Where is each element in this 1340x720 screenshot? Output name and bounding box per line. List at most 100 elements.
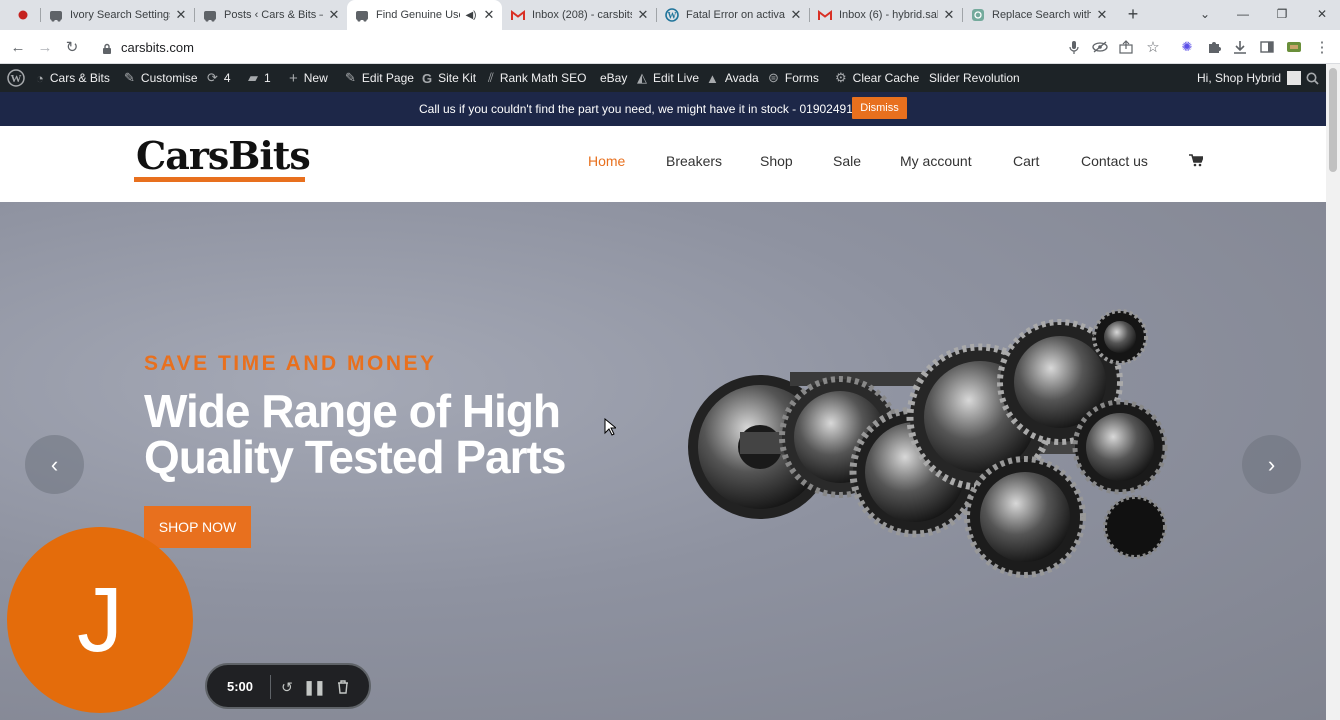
speaker-icon[interactable]: ◀) [464, 8, 478, 22]
tab-inbox-carsbits[interactable]: Inbox (208) - carsbits@ ✕ [503, 0, 656, 30]
store-notice: Call us if you couldn't find the part yo… [0, 92, 1326, 126]
maximize-button[interactable]: ❐ [1271, 4, 1293, 24]
pencil-icon: ✎ [345, 70, 356, 85]
nav-home[interactable]: Home [588, 153, 625, 169]
site-logo[interactable]: CarsBits [136, 135, 311, 177]
close-tab-icon[interactable]: ✕ [482, 7, 496, 22]
eye-slash-icon[interactable] [1092, 39, 1108, 55]
record-icon [16, 8, 30, 22]
nav-cart[interactable]: Cart [1013, 153, 1039, 169]
user-avatar-icon [1287, 71, 1302, 85]
edit-live-link[interactable]: ◭ Edit Live [637, 64, 699, 92]
new-tab-button[interactable]: + [1122, 4, 1144, 24]
close-tab-icon[interactable]: ✕ [636, 7, 650, 22]
hero-heading: Wide Range of High Quality Tested Parts [144, 385, 566, 483]
slider-next-button[interactable]: › [1242, 435, 1301, 494]
trash-icon[interactable] [334, 678, 352, 696]
side-panel-icon[interactable] [1259, 39, 1275, 55]
gmail-icon [818, 8, 832, 22]
close-tab-icon[interactable]: ✕ [942, 7, 956, 22]
forward-arrow-icon[interactable]: → [35, 38, 55, 56]
close-tab-icon[interactable]: ✕ [789, 7, 803, 22]
notice-message: Call us if you couldn't find the part yo… [419, 102, 873, 116]
comment-icon: ▰ [248, 70, 258, 85]
ebay-link[interactable]: eBay [600, 64, 627, 92]
microphone-icon[interactable] [1066, 39, 1082, 55]
tab-fatal-error[interactable]: W Fatal Error on activatio ✕ [657, 0, 809, 30]
tab-recording[interactable] [8, 0, 42, 30]
restart-icon[interactable]: ↺ [278, 678, 296, 696]
customise-link[interactable]: ✎ Customise [124, 64, 198, 92]
share-icon[interactable] [1118, 39, 1134, 55]
close-tab-icon[interactable]: ✕ [1095, 7, 1109, 22]
cache-icon: ⚙ [835, 70, 847, 85]
bookmark-star-icon[interactable]: ☆ [1145, 39, 1161, 56]
site-icon [203, 8, 217, 22]
dismiss-button[interactable]: Dismiss [852, 97, 907, 119]
edit-live-icon: ◭ [637, 70, 647, 85]
gmail-icon [511, 8, 525, 22]
close-tab-icon[interactable]: ✕ [174, 7, 188, 22]
site-kit-link[interactable]: G Site Kit [422, 64, 476, 92]
extension-icon[interactable]: ✺ [1179, 39, 1195, 55]
hero-eyebrow: SAVE TIME AND MONEY [144, 352, 437, 375]
tab-posts[interactable]: Posts ‹ Cars & Bits — W ✕ [195, 0, 347, 30]
edit-page-link[interactable]: ✎ Edit Page [345, 64, 414, 92]
avada-link[interactable]: ▲ Avada [706, 64, 759, 92]
reload-icon[interactable]: ↻ [62, 38, 82, 56]
updates-icon: ⟳ [207, 70, 218, 85]
slider-prev-button[interactable]: ‹ [25, 435, 84, 494]
search-icon[interactable] [1306, 64, 1319, 92]
close-tab-icon[interactable]: ✕ [327, 7, 341, 22]
comments-link[interactable]: ▰ 1 [248, 64, 271, 92]
mouse-cursor-icon [604, 417, 618, 441]
clear-cache-link[interactable]: ⚙ Clear Cache [835, 64, 919, 92]
nav-shop[interactable]: Shop [760, 153, 793, 169]
tab-inbox-hybrid[interactable]: Inbox (6) - hybrid.salva ✕ [810, 0, 962, 30]
rank-math-link[interactable]: ⫽ Rank Math SEO [488, 64, 587, 92]
nav-sale[interactable]: Sale [833, 153, 861, 169]
forms-icon: ⊜ [768, 70, 779, 85]
wordpress-logo-icon[interactable]: W [7, 64, 25, 92]
tab-find-genuine-used[interactable]: Find Genuine Use ◀) ✕ [347, 0, 502, 30]
shop-now-button[interactable]: SHOP NOW [144, 506, 251, 548]
download-icon[interactable] [1232, 39, 1248, 55]
dashboard-icon: ◔ [36, 70, 44, 86]
wp-admin-bar: W ◔ Cars & Bits ✎ Customise ⟳ 4 ▰ 1 + New ✎ Ed… [0, 64, 1326, 92]
slider-revolution-link[interactable]: Slider Revolution [929, 64, 1020, 92]
new-content-link[interactable]: + New [289, 64, 328, 92]
user-account-link[interactable]: Hi, Shop Hybrid [1197, 64, 1302, 92]
recording-controls: 5:00 ↺ ❚❚ [205, 663, 371, 709]
forms-link[interactable]: ⊜ Forms [768, 64, 819, 92]
back-arrow-icon[interactable]: ← [8, 38, 28, 56]
page-scrollbar[interactable] [1326, 64, 1340, 720]
profile-icon[interactable] [1286, 39, 1302, 55]
browser-toolbar: ← → ↻ carsbits.com ☆ ✺ ⋮ [0, 30, 1340, 64]
cart-icon[interactable] [1189, 154, 1205, 172]
minimize-button[interactable]: — [1232, 4, 1254, 24]
address-bar[interactable]: carsbits.com [92, 33, 1172, 61]
svg-text:W: W [11, 73, 22, 85]
tab-search-chevron-icon[interactable]: ⌄ [1194, 4, 1216, 24]
nav-breakers[interactable]: Breakers [666, 153, 722, 169]
updates-link[interactable]: ⟳ 4 [207, 64, 231, 92]
logo-underline [134, 177, 305, 182]
scrollbar-thumb[interactable] [1329, 68, 1337, 172]
nav-my-account[interactable]: My account [900, 153, 972, 169]
webcam-avatar: J [7, 527, 193, 713]
tab-ivory-search[interactable]: Ivory Search Settings ‹ ✕ [41, 0, 194, 30]
chevron-left-icon: ‹ [50, 451, 59, 477]
site-name-link[interactable]: ◔ Cars & Bits [36, 64, 110, 92]
chevron-right-icon: › [1267, 451, 1276, 477]
nav-contact-us[interactable]: Contact us [1081, 153, 1148, 169]
plus-icon: + [289, 69, 298, 87]
google-g-icon: G [422, 70, 433, 86]
avada-icon: ▲ [706, 70, 719, 86]
browser-menu-icon[interactable]: ⋮ [1314, 39, 1330, 56]
tab-replace-search[interactable]: Replace Search with W ✕ [963, 0, 1115, 30]
lock-icon [102, 42, 112, 54]
url-text: carsbits.com [121, 39, 194, 55]
close-window-button[interactable]: ✕ [1311, 4, 1333, 24]
pause-icon[interactable]: ❚❚ [303, 678, 325, 696]
puzzle-icon[interactable] [1206, 39, 1222, 55]
